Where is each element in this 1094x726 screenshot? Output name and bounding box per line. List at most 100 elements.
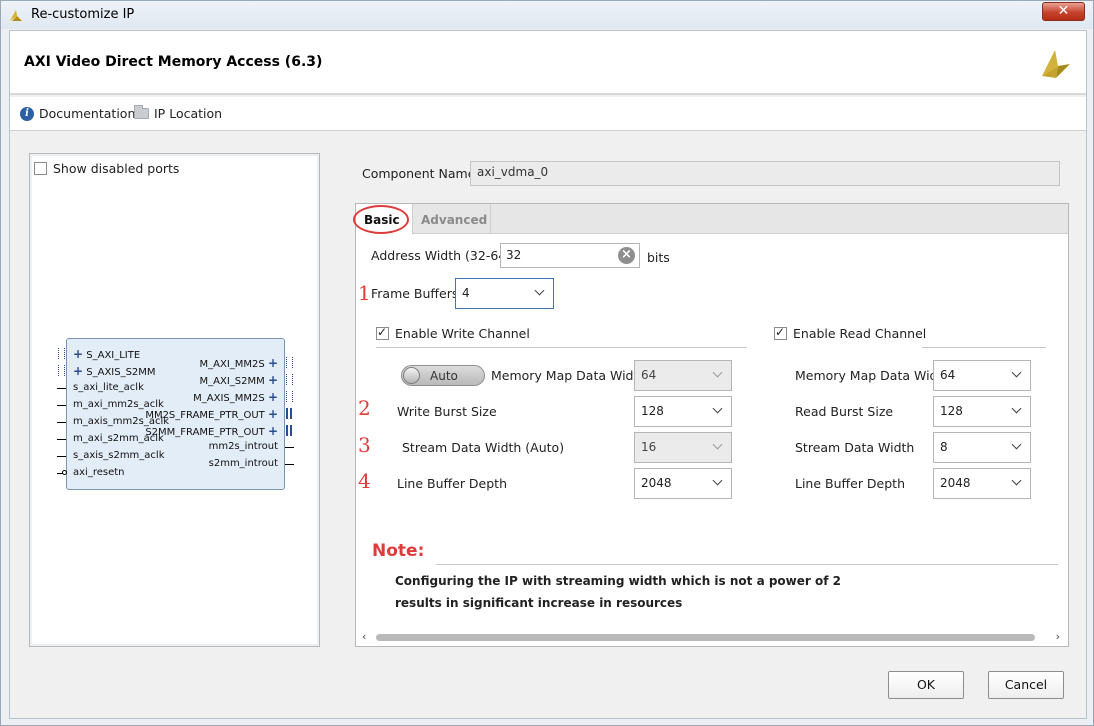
info-icon: i xyxy=(20,106,34,121)
port-m-axis-mm2s: M_AXIS_MM2S + xyxy=(193,391,278,405)
bus-marker xyxy=(286,425,292,436)
annotation-3: 3 xyxy=(358,433,371,457)
port-s-axi-lite: + S_AXI_LITE xyxy=(73,348,140,362)
port-label: M_AXI_S2MM xyxy=(199,376,265,387)
address-width-value: 32 xyxy=(506,248,522,262)
read-mm-data-width-label: Memory Map Data Width xyxy=(795,368,951,383)
write-burst-size-select[interactable]: 128 xyxy=(634,396,732,427)
expand-plus-icon[interactable]: + xyxy=(268,373,278,387)
port-label: S_AXIS_S2MM xyxy=(86,367,156,378)
dialog-content: AXI Video Direct Memory Access (6.3) i D… xyxy=(9,30,1087,719)
expand-plus-icon[interactable]: + xyxy=(268,356,278,370)
note-line-2: results in significant increase in resou… xyxy=(395,596,683,610)
expand-plus-icon[interactable]: + xyxy=(268,424,278,438)
read-stream-width-label: Stream Data Width xyxy=(795,440,915,455)
ip-header: AXI Video Direct Memory Access (6.3) xyxy=(10,31,1086,95)
frame-buffers-select[interactable]: 4 xyxy=(455,278,554,309)
enable-read-channel-toggle[interactable]: Enable Read Channel xyxy=(774,325,927,341)
write-stream-width-label: Stream Data Width (Auto) xyxy=(402,440,565,455)
address-width-label: Address Width (32-64) xyxy=(371,248,512,263)
write-burst-size-label: Write Burst Size xyxy=(397,404,497,419)
enable-write-channel-toggle[interactable]: Enable Write Channel xyxy=(376,325,530,341)
wire xyxy=(57,439,66,440)
write-mm-data-width-label: Memory Map Data Width xyxy=(491,368,647,383)
horizontal-scrollbar[interactable]: ‹ › xyxy=(358,630,1064,644)
write-stream-width-value: 16 xyxy=(641,440,657,454)
write-burst-size-value: 128 xyxy=(641,404,664,418)
component-name-field[interactable]: axi_vdma_0 xyxy=(470,161,1060,186)
address-width-unit: bits xyxy=(647,250,670,265)
frame-buffers-label: Frame Buffers xyxy=(371,286,459,301)
write-mm-data-width-select[interactable]: 64 xyxy=(634,360,732,391)
auto-toggle-label: Auto xyxy=(430,369,458,383)
ip-location-label: IP Location xyxy=(154,106,223,121)
wire xyxy=(57,388,66,389)
port-s-axis-s2mm: + S_AXIS_S2MM xyxy=(73,365,156,379)
cancel-button[interactable]: Cancel xyxy=(988,671,1064,699)
read-burst-size-label: Read Burst Size xyxy=(795,404,894,419)
expand-plus-icon[interactable]: + xyxy=(268,407,278,421)
annotation-1: 1 xyxy=(358,281,371,305)
write-stream-width-select[interactable]: 16 xyxy=(634,432,732,463)
note-line-1: Configuring the IP with streaming width … xyxy=(395,574,841,588)
address-width-input[interactable]: 32 × xyxy=(500,243,640,268)
chevron-down-icon xyxy=(1011,403,1022,414)
auto-toggle[interactable]: Auto xyxy=(401,365,485,386)
chevron-down-icon xyxy=(1011,475,1022,486)
port-label: MM2S_FRAME_PTR_OUT xyxy=(145,410,265,421)
chevron-down-icon xyxy=(534,285,545,296)
tab-advanced[interactable]: Advanced xyxy=(413,204,491,234)
bus-marker xyxy=(286,408,292,419)
scrollbar-thumb[interactable] xyxy=(376,634,1035,641)
title-bar[interactable]: Re-customize IP ✕ xyxy=(1,1,1093,29)
enable-read-checkbox[interactable] xyxy=(774,325,787,340)
port-s-axis-s2mm-aclk: s_axis_s2mm_aclk xyxy=(73,450,165,461)
ok-button[interactable]: OK xyxy=(888,671,964,699)
tab-advanced-label: Advanced xyxy=(421,213,488,227)
read-stream-width-select[interactable]: 8 xyxy=(933,432,1031,463)
read-mm-data-width-select[interactable]: 64 xyxy=(933,360,1031,391)
read-burst-size-select[interactable]: 128 xyxy=(933,396,1031,427)
wire xyxy=(57,422,66,423)
section-divider xyxy=(436,564,1058,565)
port-s2mm-introut: s2mm_introut xyxy=(208,458,278,469)
read-line-buffer-select[interactable]: 2048 xyxy=(933,468,1031,499)
port-label: M_AXIS_MM2S xyxy=(193,393,265,404)
port-label: M_AXI_MM2S xyxy=(199,359,265,370)
port-label: S_AXI_LITE xyxy=(86,350,141,361)
show-disabled-ports-label: Show disabled ports xyxy=(53,161,180,176)
chevron-down-icon xyxy=(712,439,723,450)
ip-title: AXI Video Direct Memory Access (6.3) xyxy=(24,54,323,70)
expand-plus-icon[interactable]: + xyxy=(268,390,278,404)
port-s2mm-frame-ptr-out: S2MM_FRAME_PTR_OUT + xyxy=(145,425,278,439)
show-disabled-ports-toggle[interactable]: Show disabled ports xyxy=(34,161,179,176)
ip-location-link[interactable]: IP Location xyxy=(134,105,223,121)
expand-plus-icon[interactable]: + xyxy=(73,364,83,378)
scroll-left-arrow-icon[interactable]: ‹ xyxy=(362,630,366,643)
close-button[interactable]: ✕ xyxy=(1042,2,1085,21)
read-line-buffer-value: 2048 xyxy=(940,476,971,490)
port-m-axi-s2mm: M_AXI_S2MM + xyxy=(200,374,278,388)
show-disabled-ports-checkbox[interactable] xyxy=(34,162,47,175)
scroll-right-arrow-icon[interactable]: › xyxy=(1056,630,1060,643)
reset-bubble-icon xyxy=(62,470,67,475)
enable-write-label: Enable Write Channel xyxy=(395,326,530,341)
port-mm2s-introut: mm2s_introut xyxy=(208,441,278,452)
bus-marker xyxy=(286,391,293,402)
ip-block-symbol: + S_AXI_LITE + S_AXIS_S2MM s_axi_lite_ac… xyxy=(57,338,294,490)
annotation-4: 4 xyxy=(358,469,371,493)
expand-plus-icon[interactable]: + xyxy=(73,347,83,361)
enable-write-checkbox[interactable] xyxy=(376,325,389,340)
tab-strip: Basic Advanced xyxy=(353,204,1068,234)
section-divider xyxy=(922,347,1046,348)
clear-icon[interactable]: × xyxy=(618,247,635,264)
config-tabs-panel: Basic Advanced Address Width (32-64) 32 … xyxy=(353,203,1069,647)
read-burst-size-value: 128 xyxy=(940,404,963,418)
documentation-link[interactable]: i Documentation xyxy=(20,106,135,121)
chevron-down-icon xyxy=(1011,367,1022,378)
frame-buffers-value: 4 xyxy=(462,286,470,300)
enable-read-label: Enable Read Channel xyxy=(793,326,927,341)
vivado-brand-icon xyxy=(1042,50,1070,78)
write-line-buffer-select[interactable]: 2048 xyxy=(634,468,732,499)
chevron-down-icon xyxy=(1011,439,1022,450)
